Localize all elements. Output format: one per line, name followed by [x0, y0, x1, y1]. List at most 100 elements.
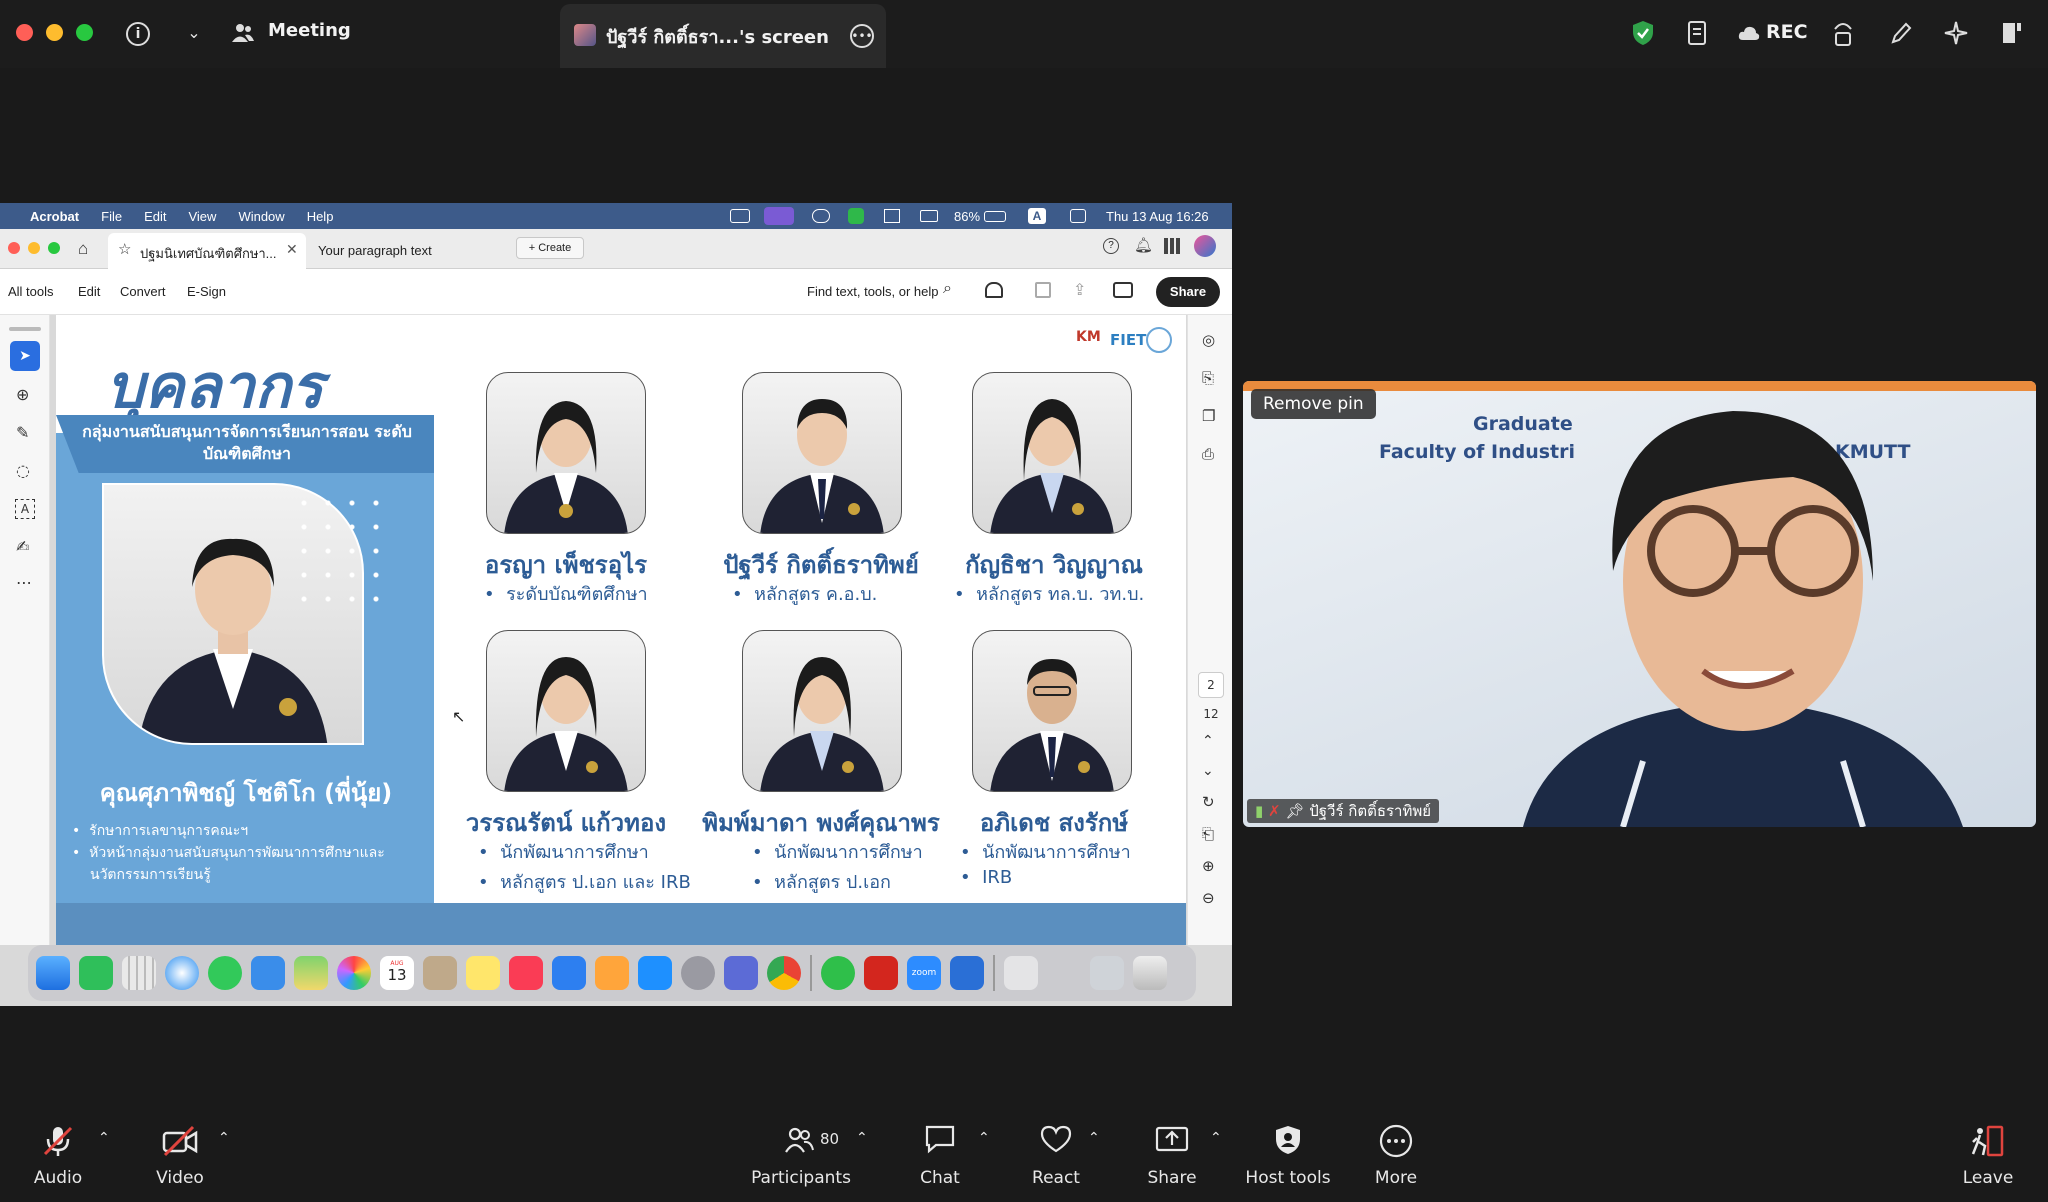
all-tools-button[interactable]: All tools [8, 284, 54, 299]
ai-assistant-icon[interactable]: ◎ [1202, 331, 1215, 349]
safari-icon[interactable] [165, 956, 199, 990]
share-options-chevron-icon[interactable]: ⌃ [1210, 1130, 1222, 1146]
participants-button[interactable]: 80 Participants [750, 1110, 852, 1202]
iphone-mirroring-icon[interactable] [724, 956, 758, 990]
ai-companion-icon[interactable] [1942, 18, 1970, 48]
zoom-in-icon[interactable]: ⊕ [1202, 857, 1215, 875]
side-panel-icon[interactable] [2000, 20, 2024, 46]
meeting-label[interactable]: Meeting [268, 20, 351, 41]
calendar-icon[interactable]: AUG 13 [380, 956, 414, 990]
record-label[interactable]: REC [1766, 21, 1808, 43]
participants-options-chevron-icon[interactable]: ⌃ [856, 1130, 868, 1146]
menubar-status-icon[interactable] [730, 209, 750, 223]
zoom-window-button[interactable] [76, 24, 93, 41]
accessibility-icon[interactable] [1830, 18, 1856, 48]
convert-button[interactable]: Convert [120, 284, 166, 299]
page-number-current[interactable]: 2 [1198, 672, 1224, 698]
line-app-icon[interactable] [848, 208, 864, 224]
headphones-icon[interactable] [985, 282, 1003, 298]
minimize-window-button[interactable] [46, 24, 63, 41]
chat-options-chevron-icon[interactable]: ⌃ [978, 1130, 990, 1146]
chrome-icon[interactable] [767, 956, 801, 990]
acrobat-maximize-button[interactable] [48, 242, 60, 254]
chat-button[interactable]: Chat [890, 1110, 990, 1202]
notes-app-icon[interactable] [466, 956, 500, 990]
search-icon[interactable]: ⌕ [943, 280, 952, 298]
acrobat-icon[interactable] [864, 956, 898, 990]
trash-icon[interactable] [1133, 956, 1167, 990]
contacts-icon[interactable] [423, 956, 457, 990]
audio-options-chevron-icon[interactable]: ⌃ [98, 1130, 110, 1146]
menu-edit[interactable]: Edit [144, 209, 166, 224]
notes-icon[interactable] [1686, 19, 1710, 47]
help-icon[interactable]: ? [1103, 238, 1119, 254]
video-button[interactable]: Video [130, 1110, 230, 1202]
edit-button[interactable]: Edit [78, 284, 100, 299]
esign-button[interactable]: E-Sign [187, 284, 226, 299]
finder-icon[interactable] [36, 956, 70, 990]
zoom-out-icon[interactable]: ⊖ [1202, 889, 1215, 907]
bell-icon[interactable]: 🔔︎ [1134, 236, 1153, 254]
comment-zoom-icon[interactable]: ⊕ [16, 385, 29, 404]
rail-handle[interactable] [9, 327, 41, 331]
menu-help[interactable]: Help [307, 209, 334, 224]
more-options-icon[interactable]: ••• [850, 24, 874, 48]
menu-file[interactable]: File [101, 209, 122, 224]
shared-screen-tab[interactable]: ปัฐวีร์ กิตติ์ธรา...'s screen ••• [560, 4, 886, 68]
line-icon[interactable] [821, 956, 855, 990]
acrobat-minimize-button[interactable] [28, 242, 40, 254]
share-document-button[interactable]: Share [1156, 277, 1220, 307]
select-cursor-icon[interactable]: ➤ [10, 341, 40, 371]
page-export-icon[interactable]: ⎗ [1202, 825, 1214, 843]
downloads-stack-icon[interactable] [1090, 956, 1124, 990]
display-icon[interactable] [884, 209, 900, 223]
maps-icon[interactable] [294, 956, 328, 990]
apps-grid-icon[interactable] [1164, 238, 1180, 254]
save-icon[interactable] [1035, 282, 1051, 298]
text-box-icon[interactable]: A [15, 499, 35, 519]
print-icon[interactable] [1113, 282, 1133, 298]
app-store-icon[interactable] [638, 956, 672, 990]
chevron-down-icon[interactable]: ⌄ [182, 20, 206, 44]
bookmarks-icon[interactable]: ⎘ [1202, 369, 1214, 387]
info-icon[interactable]: i [126, 22, 150, 46]
share-screen-button[interactable]: Share [1122, 1110, 1222, 1202]
find-tools-input[interactable]: Find text, tools, or help [807, 284, 939, 299]
messages-icon[interactable] [208, 956, 242, 990]
mail-icon[interactable] [251, 956, 285, 990]
cloud-status-icon[interactable] [812, 209, 830, 223]
rotate-icon[interactable]: ↻ [1202, 793, 1215, 811]
audio-button[interactable]: Audio [8, 1110, 108, 1202]
video-options-chevron-icon[interactable]: ⌃ [218, 1130, 230, 1146]
close-tab-icon[interactable]: ✕ [286, 241, 298, 258]
remove-pin-button[interactable]: Remove pin [1251, 389, 1376, 419]
input-source-indicator[interactable]: A [1028, 208, 1046, 224]
highlight-pen-icon[interactable]: ✎ [16, 423, 29, 442]
annotate-pencil-icon[interactable] [1888, 19, 1914, 47]
create-button[interactable]: + Create [516, 237, 584, 259]
menubar-clock[interactable]: Thu 13 Aug 16:26 [1106, 209, 1209, 224]
account-avatar[interactable] [1194, 235, 1216, 257]
facetime-icon[interactable] [79, 956, 113, 990]
close-window-button[interactable] [16, 24, 33, 41]
battery-icon[interactable] [984, 210, 1006, 222]
chevron-down-page-icon[interactable]: ⌄ [1202, 763, 1214, 779]
music-icon[interactable] [509, 956, 543, 990]
chevron-up-icon[interactable]: ⌃ [1202, 733, 1214, 749]
participant-video-tile[interactable]: Graduate Faculty of Industri KMUTT Remov… [1243, 381, 2036, 827]
security-shield-icon[interactable] [1630, 19, 1656, 47]
host-tools-button[interactable]: Host tools [1238, 1110, 1338, 1202]
home-icon[interactable]: ⌂ [78, 239, 88, 259]
keynote-icon[interactable] [552, 956, 586, 990]
react-options-chevron-icon[interactable]: ⌃ [1088, 1130, 1100, 1146]
zoom-app-icon[interactable]: zoom [907, 956, 941, 990]
menu-acrobat[interactable]: Acrobat [30, 209, 79, 224]
launchpad-icon[interactable] [122, 956, 156, 990]
document-stack-icon[interactable] [1004, 956, 1038, 990]
system-settings-icon[interactable] [681, 956, 715, 990]
upload-icon[interactable]: ⇪ [1073, 280, 1086, 300]
cloud-record-icon[interactable] [1738, 22, 1760, 44]
acrobat-close-button[interactable] [8, 242, 20, 254]
star-icon[interactable]: ☆ [118, 240, 131, 258]
outlook-icon[interactable] [950, 956, 984, 990]
